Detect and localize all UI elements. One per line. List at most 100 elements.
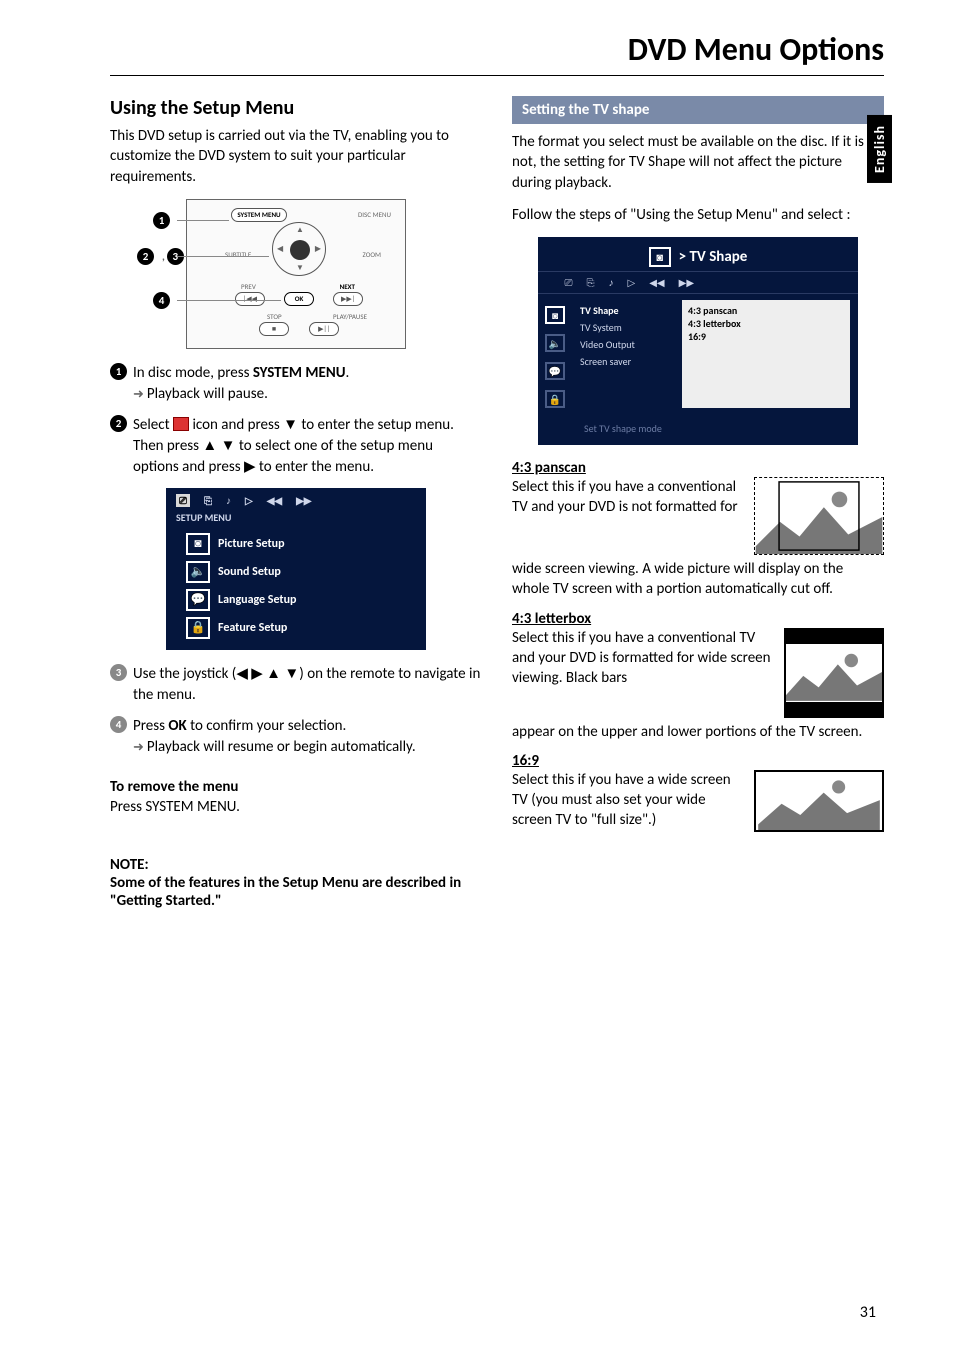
note-body: Some of the features in the Setup Menu a… xyxy=(110,874,482,910)
setup-item-feature: 🔒 Feature Setup xyxy=(166,614,426,642)
dpad-icon: ▲ ▼ ◀ ▶ xyxy=(272,222,326,276)
letterbox-text-2: appear on the upper and lower portions o… xyxy=(512,722,884,742)
setup-item-sound-label: Sound Setup xyxy=(218,565,281,579)
note-heading: NOTE: xyxy=(110,856,482,874)
remote-diagram: 1 2,3 4 SYSTEM MENU DISC MENU ▲ ▼ ◀ ▶ SU… xyxy=(186,199,406,349)
stop-label: STOP xyxy=(267,312,282,321)
step-4-result: Playback will resume or begin automatica… xyxy=(133,737,482,758)
diagram-badge-1: 1 xyxy=(153,212,176,229)
tab-subtitle-icon: ⎘ xyxy=(204,494,212,507)
playpause-label: PLAY/PAUSE xyxy=(333,312,367,321)
remove-menu-body: Press SYSTEM MENU. xyxy=(110,798,482,816)
feature-icon: 🔒 xyxy=(186,617,210,639)
setup-item-language: 💬 Language Setup xyxy=(166,586,426,614)
opt-169: 16:9 xyxy=(688,330,844,343)
subtitle-label: SUBTITLE xyxy=(225,250,251,259)
sliders-icon xyxy=(173,417,189,431)
tab-forward-icon: ▶▶ xyxy=(679,276,694,289)
step-1-text-c: . xyxy=(346,364,350,382)
left-column: Using the Setup Menu This DVD setup is c… xyxy=(110,96,482,910)
tab-audio-icon: ♪ xyxy=(609,276,614,289)
using-setup-intro: This DVD setup is carried out via the TV… xyxy=(110,126,482,187)
step-1-result: Playback will pause. xyxy=(133,384,482,405)
page-title: DVD Menu Options xyxy=(110,30,884,76)
step-4-badge: 4 xyxy=(110,716,127,733)
diagram-badge-4: 4 xyxy=(153,292,176,309)
setup-item-picture: ◙ Picture Setup xyxy=(166,530,426,558)
step-3-text: Use the joystick (◀ ▶ ▲ ▼) on the remote… xyxy=(133,664,482,706)
disc-menu-label: DISC MENU xyxy=(358,210,391,219)
tv-shape-intro-1: The format you select must be available … xyxy=(512,132,884,193)
wide-heading: 16:9 xyxy=(512,752,884,770)
tab-rewind-icon: ◀◀ xyxy=(267,494,282,507)
right-column: Setting the TV shape The format you sele… xyxy=(512,96,884,910)
wide-text: Select this if you have a wide screen TV… xyxy=(512,770,744,831)
setup-menu-label: SETUP MENU xyxy=(166,511,426,530)
prev-label: PREV xyxy=(241,282,256,291)
ok-button-label: OK xyxy=(284,292,314,306)
sound-icon: 🔈 xyxy=(186,561,210,583)
panscan-heading: 4:3 panscan xyxy=(512,459,884,477)
step-3-badge: 3 xyxy=(110,664,127,681)
language-icon: 💬 xyxy=(186,589,210,611)
tab-play-icon: ▷ xyxy=(628,276,636,289)
tab-play-icon: ▷ xyxy=(245,494,253,507)
panscan-text-2: wide screen viewing. A wide picture will… xyxy=(512,559,884,600)
page-number: 31 xyxy=(860,1303,876,1322)
step-4-text-a: Press xyxy=(133,717,168,735)
opt-tvshape: TV Shape xyxy=(576,302,678,319)
letterbox-text-1: Select this if you have a conventional T… xyxy=(512,628,774,689)
tv-shape-category-icons: ◙ 🔈 💬 🔒 xyxy=(538,300,572,408)
step-2-text-a: Select xyxy=(133,416,173,434)
setup-menu-screenshot: ⎚ ⎘ ♪ ▷ ◀◀ ▶▶ SETUP MENU ◙ Picture Setup… xyxy=(166,488,426,650)
language-tab: English xyxy=(867,115,892,183)
next-button-icon: ▶▶| xyxy=(333,292,363,306)
picture-icon: ◙ xyxy=(186,533,210,555)
step-1: 1 In disc mode, press SYSTEM MENU. Playb… xyxy=(110,363,482,405)
setup-item-feature-label: Feature Setup xyxy=(218,621,287,635)
tv-shape-tabs: . ⎚ ⎘ ♪ ▷ ◀◀ ▶▶ xyxy=(538,271,858,294)
setup-menu-tabs: ⎚ ⎘ ♪ ▷ ◀◀ ▶▶ xyxy=(166,488,426,511)
tv-shape-mid-options: TV Shape TV System Video Output Screen s… xyxy=(572,300,682,408)
ok-bold: OK xyxy=(168,717,186,735)
opt-panscan: 4:3 panscan xyxy=(688,304,844,317)
prev-button-icon: |◀◀ xyxy=(235,292,265,306)
play-button-icon: ▶|| xyxy=(309,322,339,336)
zoom-label: ZOOM xyxy=(363,250,381,259)
setup-item-language-label: Language Setup xyxy=(218,593,296,607)
note-block: NOTE: Some of the features in the Setup … xyxy=(110,856,482,910)
picture-icon: ◙ xyxy=(545,306,565,324)
tv-shape-breadcrumb: ◙ > TV Shape xyxy=(538,243,858,271)
step-1-text-a: In disc mode, press xyxy=(133,364,253,382)
panscan-text-1: Select this if you have a conventional T… xyxy=(512,477,744,518)
tab-audio-icon: ♪ xyxy=(226,494,231,507)
step-3: 3 Use the joystick (◀ ▶ ▲ ▼) on the remo… xyxy=(110,664,482,706)
tab-rewind-icon: ◀◀ xyxy=(649,276,664,289)
language-icon: 💬 xyxy=(545,362,565,380)
step-2: 2 Select icon and press ▼ to enter the s… xyxy=(110,415,482,478)
opt-videooutput: Video Output xyxy=(576,336,678,353)
stop-button-icon: ■ xyxy=(259,322,289,336)
tv-shape-footer: Set TV shape mode xyxy=(538,408,858,435)
using-setup-heading: Using the Setup Menu xyxy=(110,96,482,120)
step-4-text-c: to confirm your selection. xyxy=(187,717,347,735)
tab-forward-icon: ▶▶ xyxy=(296,494,311,507)
remove-menu-heading: To remove the menu xyxy=(110,778,482,796)
step-4: 4 Press OK to confirm your selection. Pl… xyxy=(110,716,482,758)
tv-shape-right-options: 4:3 panscan 4:3 letterbox 16:9 xyxy=(682,300,850,408)
tab-subtitle-icon: ⎘ xyxy=(587,276,595,289)
feature-icon: 🔒 xyxy=(545,390,565,408)
opt-tvsystem: TV System xyxy=(576,319,678,336)
setup-item-picture-label: Picture Setup xyxy=(218,537,285,551)
sound-icon: 🔈 xyxy=(545,334,565,352)
next-label: NEXT xyxy=(340,282,355,291)
wide-thumb xyxy=(754,770,884,832)
tv-shape-screenshot: ◙ > TV Shape . ⎚ ⎘ ♪ ▷ ◀◀ ▶▶ ◙ 🔈 💬 🔒 xyxy=(538,237,858,445)
system-menu-button-label: SYSTEM MENU xyxy=(231,208,287,222)
setting-tv-shape-bar: Setting the TV shape xyxy=(512,96,884,124)
opt-letterbox: 4:3 letterbox xyxy=(688,317,844,330)
letterbox-heading: 4:3 letterbox xyxy=(512,610,884,628)
panscan-thumb xyxy=(754,477,884,555)
step-2-badge: 2 xyxy=(110,415,127,432)
tab-sliders-icon: ⎚ xyxy=(176,494,190,507)
